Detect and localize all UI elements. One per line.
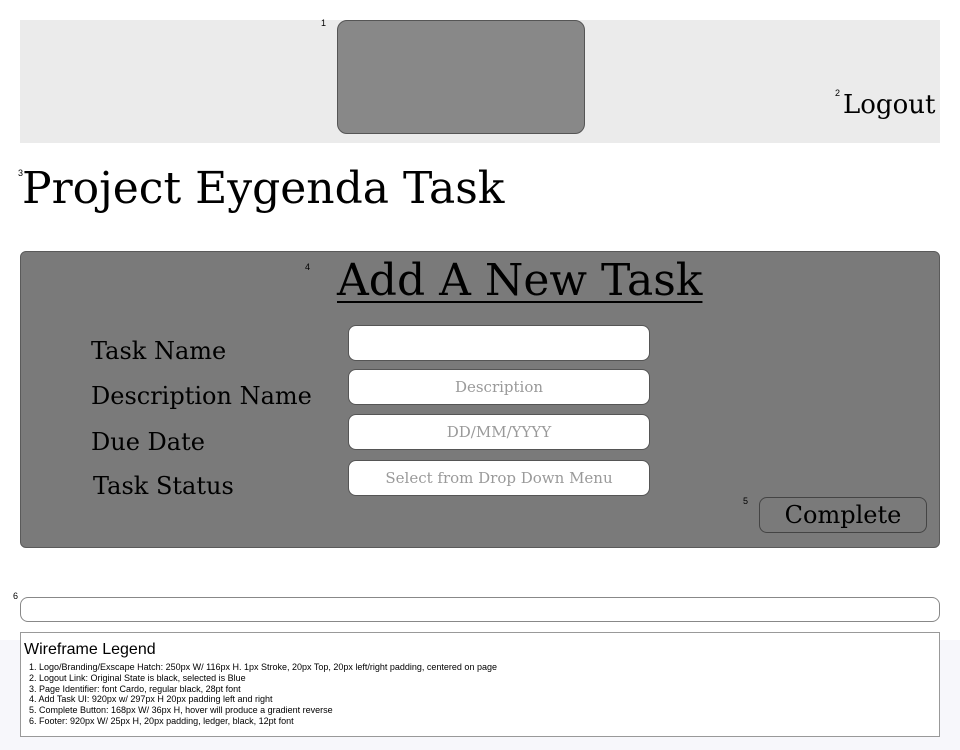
legend-title: Wireframe Legend [24, 641, 156, 658]
task-status-label: Task Status [93, 472, 234, 500]
task-name-label: Task Name [91, 337, 227, 365]
legend-item: 1. Logo/Branding/Exscape Hatch: 250px W/… [29, 662, 497, 672]
logo-placeholder[interactable] [337, 20, 585, 134]
due-date-label: Due Date [91, 428, 205, 456]
complete-button[interactable]: Complete [759, 497, 927, 533]
legend-item: 6. Footer: 920px W/ 25px H, 20px padding… [29, 715, 294, 726]
legend-list: 1. Logo/Branding/Exscape Hatch: 250px W/… [29, 662, 497, 727]
task-name-input[interactable] [348, 325, 650, 361]
marker-6: 6 [13, 591, 19, 601]
description-label: Description Name [91, 382, 312, 410]
marker-4: 4 [305, 262, 311, 272]
legend-item: 5. Complete Button: 168px W/ 36px H, hov… [29, 705, 333, 716]
legend-item: 3. Page Identifier: font Cardo, regular … [29, 683, 241, 694]
logout-link[interactable]: Logout [843, 90, 935, 120]
legend-item: 2. Logout Link: Original State is black,… [29, 672, 246, 683]
marker-1: 1 [321, 18, 327, 28]
add-task-title: Add A New Task [337, 255, 703, 306]
footer-bar [20, 597, 940, 622]
marker-2: 2 [835, 88, 841, 98]
legend-item: 4. Add Task UI: 920px w/ 297px H 20px pa… [29, 694, 273, 705]
task-status-select[interactable] [348, 460, 650, 496]
page-title: Project Eygenda Task [22, 163, 505, 214]
due-date-input[interactable] [348, 414, 650, 450]
marker-5: 5 [743, 496, 749, 506]
wireframe-legend: Wireframe Legend 1. Logo/Branding/Exscap… [20, 632, 940, 737]
description-input[interactable] [348, 369, 650, 405]
